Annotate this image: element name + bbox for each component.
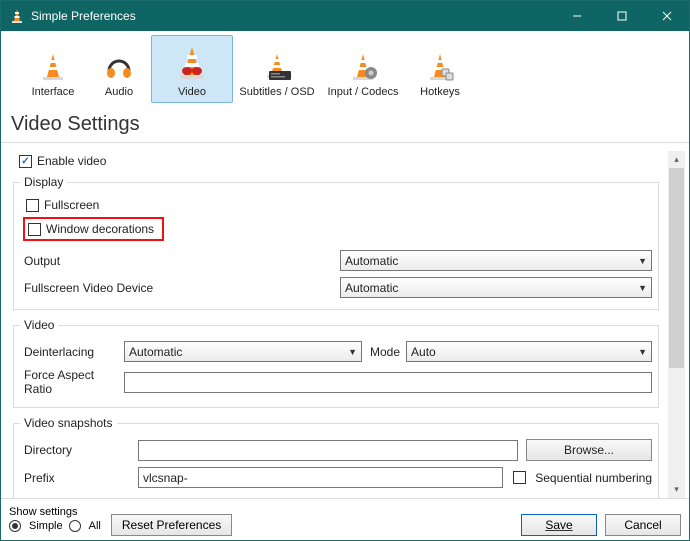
settings-scroll-area: Enable video Display Fullscreen Window d… (7, 151, 665, 498)
mode-label: Mode (362, 345, 406, 359)
video-legend: Video (20, 318, 58, 332)
category-audio[interactable]: Audio (89, 46, 149, 103)
directory-label: Directory (20, 443, 138, 457)
prefix-input[interactable]: vlcsnap- (138, 467, 503, 488)
cancel-button[interactable]: Cancel (605, 514, 681, 536)
window-title: Simple Preferences (31, 9, 554, 23)
category-video[interactable]: Video (151, 35, 233, 103)
all-radio-label: All (89, 520, 101, 532)
vertical-scrollbar[interactable]: ▴ ▾ (668, 151, 685, 498)
bottom-bar: Show settings Simple All Reset Preferenc… (1, 498, 689, 540)
sequential-numbering-label: Sequential numbering (535, 471, 652, 485)
output-label: Output (20, 254, 340, 268)
app-icon (9, 8, 25, 24)
minimize-button[interactable] (554, 1, 599, 31)
cone-gear-icon (347, 51, 379, 83)
maximize-button[interactable] (599, 1, 644, 31)
category-interface[interactable]: Interface (19, 46, 87, 103)
browse-button[interactable]: Browse... (526, 439, 652, 461)
divider (1, 142, 689, 143)
titlebar: Simple Preferences (1, 1, 689, 31)
enable-video-label: Enable video (37, 154, 106, 168)
display-legend: Display (20, 175, 67, 189)
page-heading: Video Settings (1, 111, 689, 142)
cone-icon (37, 51, 69, 83)
category-toolbar: Interface Audio Video Subtitles / OSD In… (1, 31, 689, 111)
fullscreen-device-label: Fullscreen Video Device (20, 281, 340, 295)
cone-board-icon (261, 51, 293, 83)
reset-preferences-button[interactable]: Reset Preferences (111, 514, 232, 536)
display-group: Display Fullscreen Window decorations Ou… (13, 175, 659, 310)
enable-video-row[interactable]: Enable video (7, 151, 665, 171)
chevron-down-icon: ▼ (638, 256, 647, 266)
scroll-up-arrow[interactable]: ▴ (668, 151, 685, 168)
snapshots-group: Video snapshots Directory Browse... Pref… (13, 416, 659, 498)
window-decorations-checkbox[interactable] (28, 223, 41, 236)
cone-keys-icon (424, 51, 456, 83)
cone-glasses-icon (172, 43, 212, 83)
window-decorations-highlight: Window decorations (23, 217, 164, 241)
deinterlacing-combo[interactable]: Automatic▼ (124, 341, 362, 362)
scroll-thumb[interactable] (669, 168, 684, 368)
headphones-icon (103, 51, 135, 83)
force-aspect-ratio-input[interactable] (124, 372, 652, 393)
chevron-down-icon: ▼ (348, 347, 357, 357)
prefix-label: Prefix (20, 471, 138, 485)
sequential-numbering-checkbox[interactable] (513, 471, 526, 484)
show-settings-group: Show settings Simple All (9, 506, 101, 532)
window-decorations-label: Window decorations (46, 222, 154, 236)
snapshots-legend: Video snapshots (20, 416, 117, 430)
close-button[interactable] (644, 1, 689, 31)
all-radio[interactable] (69, 520, 81, 532)
chevron-down-icon: ▼ (638, 347, 647, 357)
simple-radio-label: Simple (29, 520, 63, 532)
force-aspect-ratio-label: Force Aspect Ratio (20, 368, 124, 396)
video-group: Video Deinterlacing Automatic▼ Mode Auto… (13, 318, 659, 408)
deinterlacing-label: Deinterlacing (20, 345, 124, 359)
output-combo[interactable]: Automatic▼ (340, 250, 652, 271)
fullscreen-device-combo[interactable]: Automatic▼ (340, 277, 652, 298)
mode-combo[interactable]: Auto▼ (406, 341, 652, 362)
fullscreen-checkbox[interactable] (26, 199, 39, 212)
category-hotkeys[interactable]: Hotkeys (407, 46, 473, 103)
category-subtitles[interactable]: Subtitles / OSD (235, 46, 319, 103)
enable-video-checkbox[interactable] (19, 155, 32, 168)
category-input-codecs[interactable]: Input / Codecs (321, 46, 405, 103)
scroll-down-arrow[interactable]: ▾ (668, 481, 685, 498)
show-settings-label: Show settings (9, 506, 101, 518)
fullscreen-row[interactable]: Fullscreen (20, 195, 652, 215)
save-button[interactable]: Save (521, 514, 597, 536)
scroll-track[interactable] (668, 168, 685, 481)
simple-radio[interactable] (9, 520, 21, 532)
chevron-down-icon: ▼ (638, 283, 647, 293)
directory-input[interactable] (138, 440, 518, 461)
fullscreen-label: Fullscreen (44, 198, 99, 212)
